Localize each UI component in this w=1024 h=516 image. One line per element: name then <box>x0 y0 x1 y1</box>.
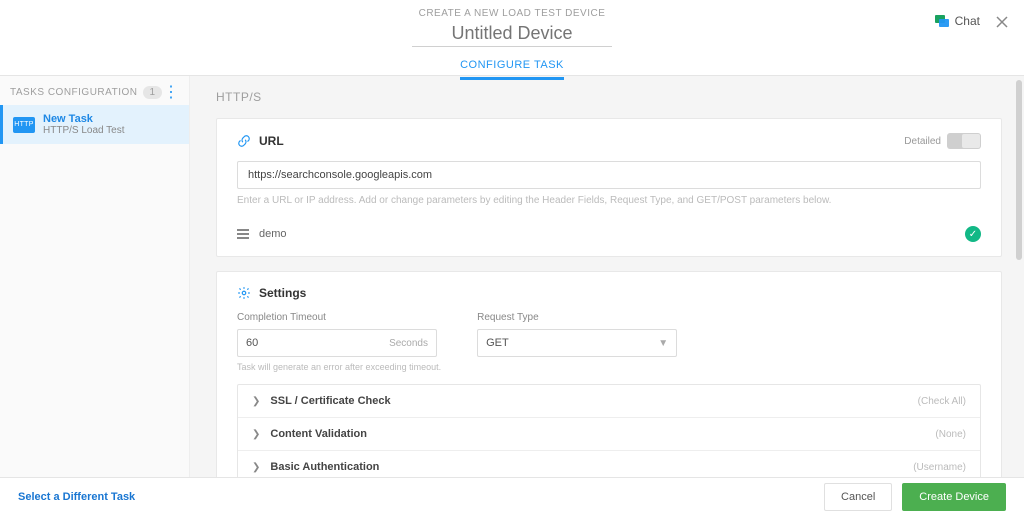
url-input[interactable] <box>237 161 981 189</box>
url-card-title: URL <box>259 134 284 148</box>
device-name-input[interactable] <box>412 21 612 47</box>
chevron-down-icon: ▼ <box>658 338 668 349</box>
reorder-icon[interactable] <box>237 229 249 239</box>
chevron-right-icon: ❯ <box>252 396 260 407</box>
settings-card-title: Settings <box>259 286 306 300</box>
request-type-value: GET <box>486 337 509 349</box>
section-title: HTTP/S <box>216 90 1002 104</box>
request-type-select[interactable]: GET ▼ <box>477 329 677 357</box>
url-hint: Enter a URL or IP address. Add or change… <box>237 195 981 206</box>
detailed-toggle[interactable]: OFF <box>947 133 981 149</box>
chevron-right-icon: ❯ <box>252 462 260 473</box>
task-type: HTTP/S Load Test <box>43 125 125 136</box>
chevron-right-icon: ❯ <box>252 429 260 440</box>
timeout-hint: Task will generate an error after exceed… <box>237 362 441 372</box>
cancel-button[interactable]: Cancel <box>824 483 892 511</box>
more-icon[interactable]: ⋮ <box>163 88 179 98</box>
page-header: CREATE A NEW LOAD TEST DEVICE CONFIGURE … <box>0 0 1024 76</box>
scrollbar[interactable] <box>1016 80 1022 260</box>
tab-configure-task[interactable]: CONFIGURE TASK <box>460 59 564 80</box>
task-name: New Task <box>43 113 125 125</box>
check-icon: ✓ <box>965 226 981 242</box>
http-icon: HTTP <box>13 117 35 133</box>
timeout-label: Completion Timeout <box>237 312 441 323</box>
demo-label: demo <box>259 228 955 240</box>
url-card: URL Detailed OFF Enter a URL or IP addre… <box>216 118 1002 257</box>
timeout-input-wrap: Seconds <box>237 329 437 357</box>
link-icon <box>237 134 251 148</box>
accordion-ssl[interactable]: ❯ SSL / Certificate Check (Check All) <box>238 385 980 417</box>
sidebar-task-item[interactable]: HTTP New Task HTTP/S Load Test <box>0 105 189 144</box>
accordion-basic-auth[interactable]: ❯ Basic Authentication (Username) <box>238 450 980 477</box>
select-different-task-link[interactable]: Select a Different Task <box>18 491 135 503</box>
accordion-content-validation[interactable]: ❯ Content Validation (None) <box>238 417 980 450</box>
chat-button[interactable]: Chat <box>935 14 980 28</box>
task-count-badge: 1 <box>143 86 161 99</box>
chat-icon <box>935 15 949 27</box>
chat-label: Chat <box>955 14 980 28</box>
settings-card: Settings Completion Timeout Seconds Task… <box>216 271 1002 477</box>
sidebar: TASKS CONFIGURATION 1 ⋮ HTTP New Task HT… <box>0 76 190 477</box>
footer: Select a Different Task Cancel Create De… <box>0 477 1024 516</box>
request-type-label: Request Type <box>477 312 677 323</box>
settings-accordion: ❯ SSL / Certificate Check (Check All) ❯ … <box>237 384 981 477</box>
sidebar-title: TASKS CONFIGURATION <box>10 87 137 98</box>
timeout-input[interactable] <box>246 337 389 349</box>
close-icon[interactable] <box>994 14 1010 30</box>
header-banner: CREATE A NEW LOAD TEST DEVICE <box>0 0 1024 19</box>
create-device-button[interactable]: Create Device <box>902 483 1006 511</box>
detailed-label: Detailed <box>904 136 941 147</box>
timeout-suffix: Seconds <box>389 338 428 349</box>
gear-icon <box>237 286 251 300</box>
main-content: HTTP/S URL Detailed OFF Enter a URL or I… <box>190 76 1024 477</box>
